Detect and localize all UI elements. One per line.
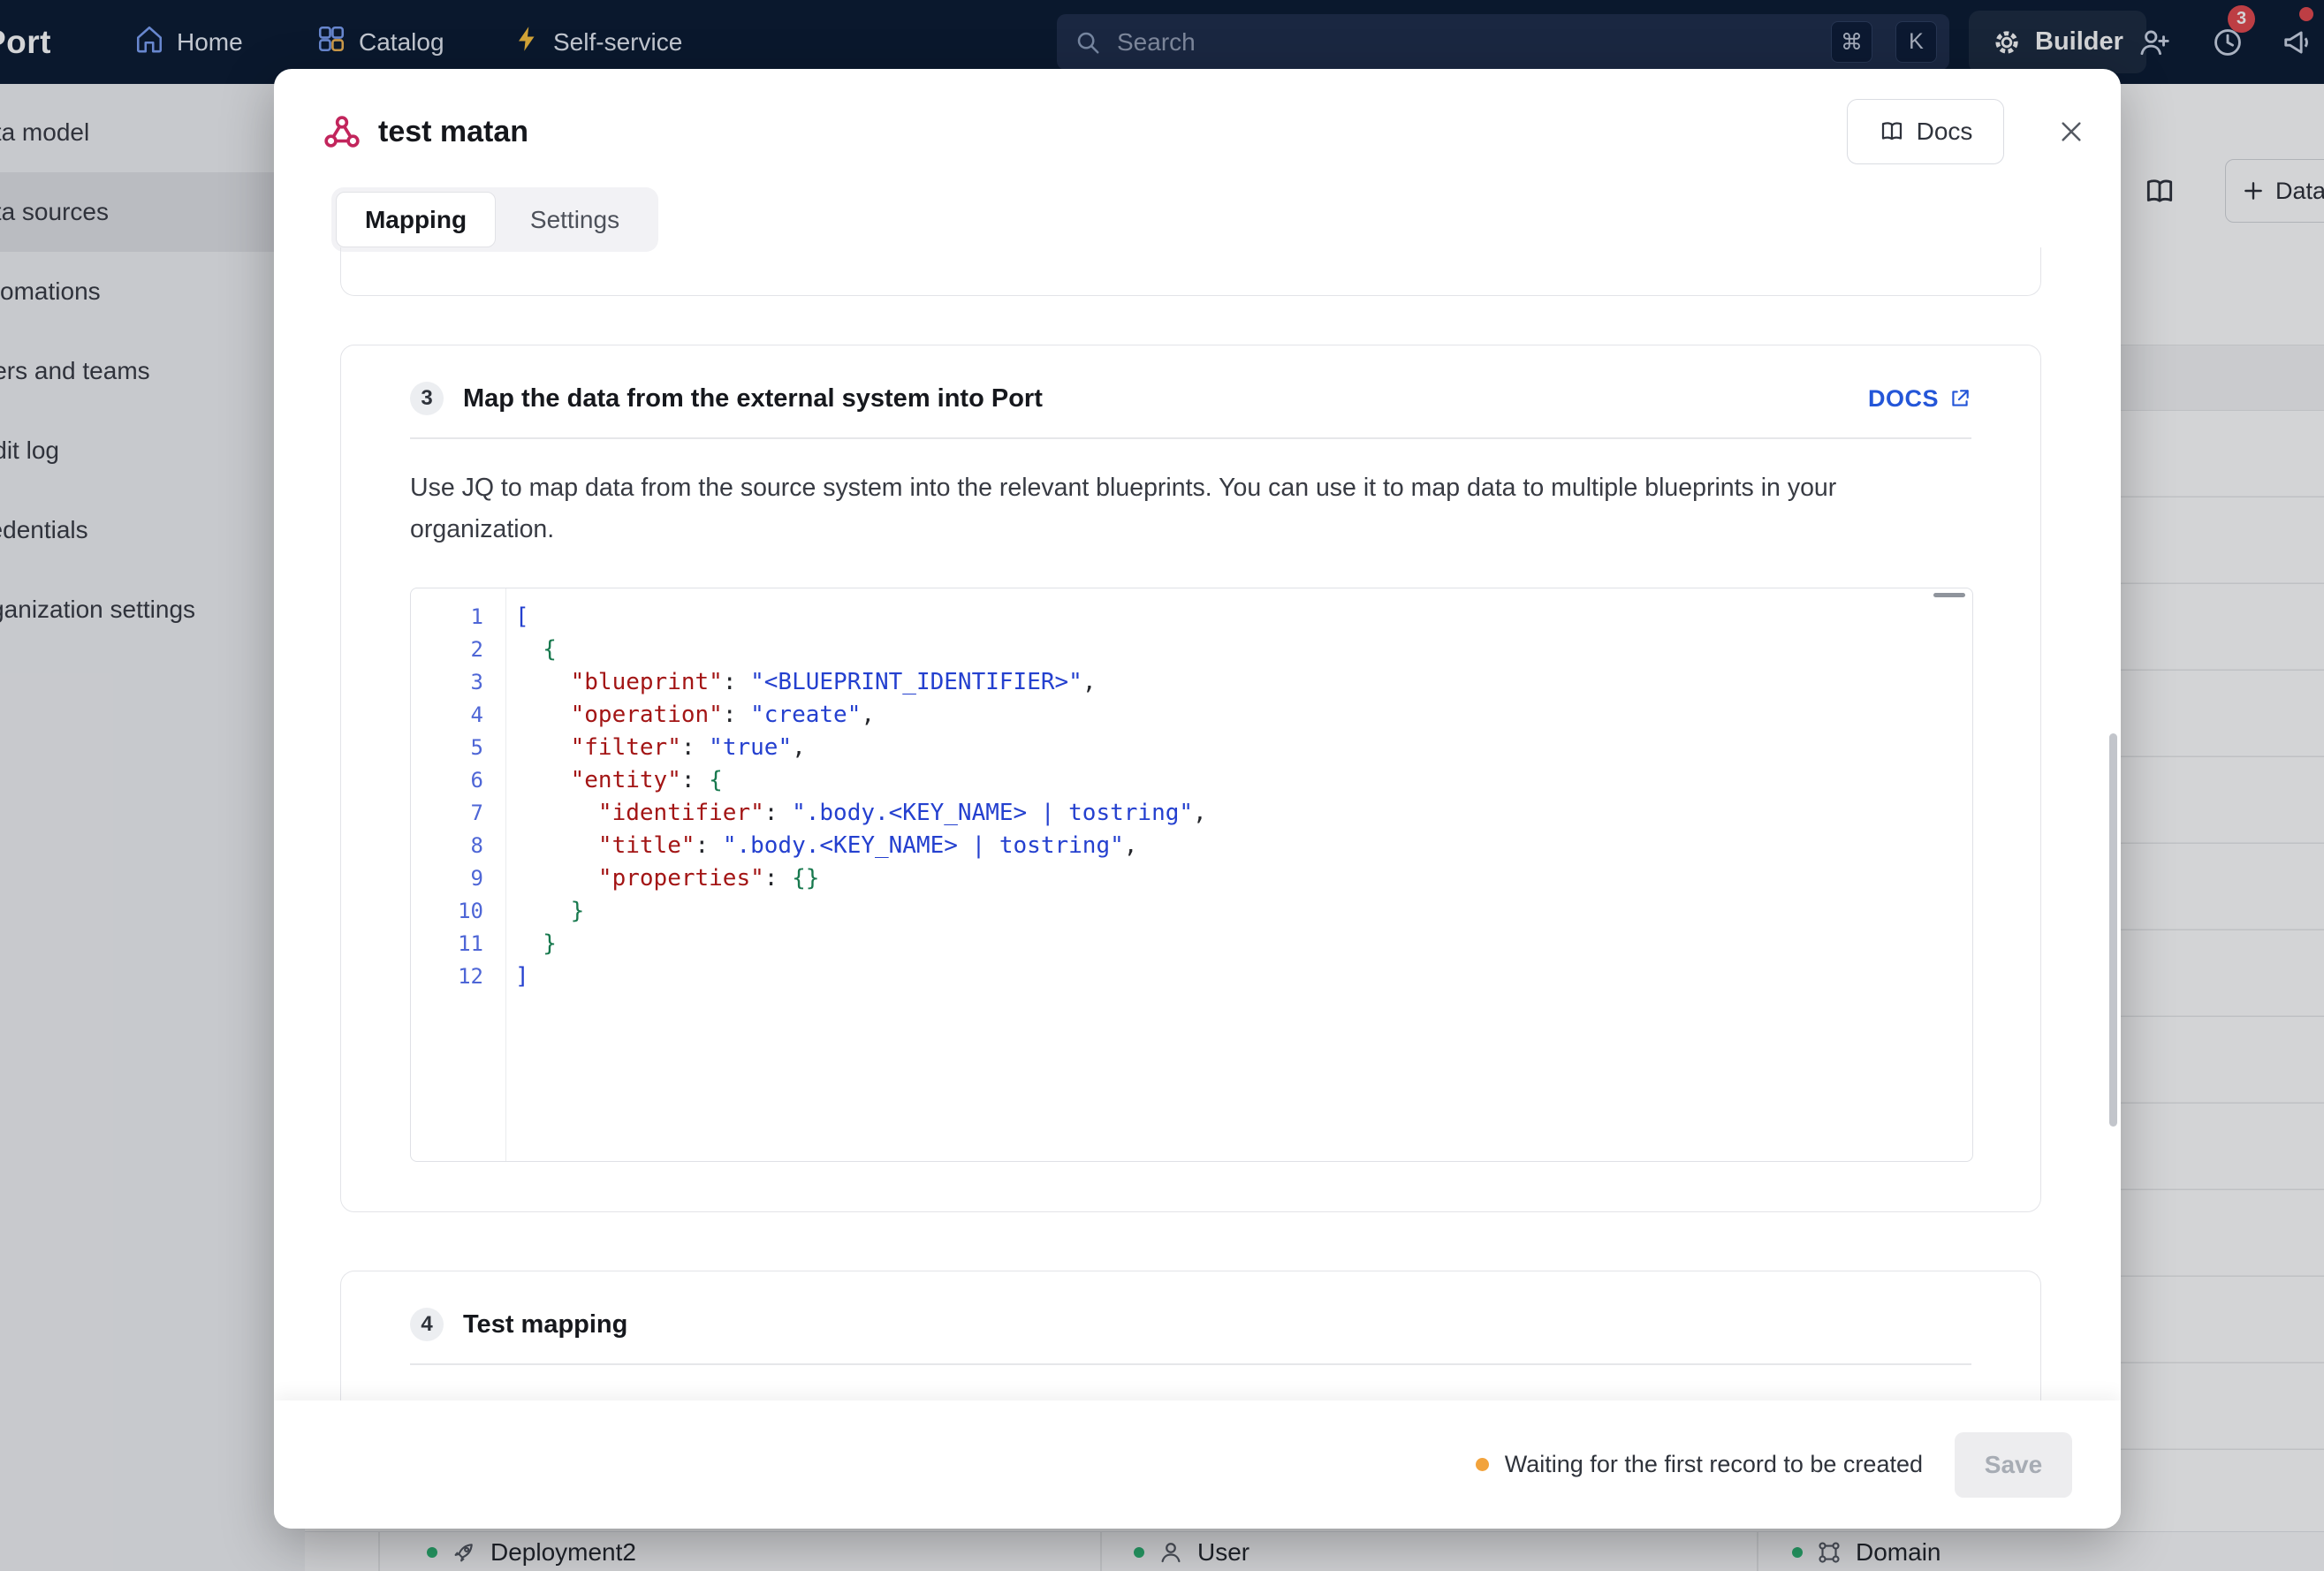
waiting-status-dot: [1476, 1458, 1489, 1471]
waiting-status-text: Waiting for the first record to be creat…: [1505, 1451, 1923, 1478]
modal-footer: Waiting for the first record to be creat…: [274, 1400, 2121, 1529]
section-divider: [410, 437, 1971, 439]
webhook-icon: [322, 111, 362, 152]
editor-scrollbar[interactable]: [1933, 593, 1965, 597]
step-number: 3: [410, 382, 444, 415]
modal-scrollbar-thumb[interactable]: [2109, 733, 2117, 1127]
section-title: Map the data from the external system in…: [463, 384, 1043, 414]
save-button[interactable]: Save: [1955, 1432, 2072, 1498]
modal-title: test matan: [378, 115, 528, 149]
docs-button[interactable]: Docs: [1847, 99, 2004, 164]
code-editor[interactable]: 123456789101112 [ { "blueprint": "<BLUEP…: [410, 588, 1973, 1162]
modal-header: test matan Docs: [274, 69, 2121, 187]
previous-section-card-edge: [340, 247, 2041, 296]
section-divider: [410, 1363, 1971, 1365]
section-title: Test mapping: [463, 1310, 627, 1340]
editor-code: [ { "blueprint": "<BLUEPRINT_IDENTIFIER>…: [505, 588, 1972, 1161]
screen: Port Home Catalog Self-service Search ⌘ …: [0, 0, 2324, 1571]
close-icon[interactable]: [2057, 118, 2087, 148]
tab-mapping[interactable]: Mapping: [336, 192, 496, 247]
modal-tabs: Mapping Settings: [331, 187, 658, 252]
data-source-modal: test matan Docs Mapping Settings 3 Map t…: [274, 69, 2121, 1529]
external-link-icon: [1948, 387, 1971, 410]
section-description: Use JQ to map data from the source syste…: [410, 467, 1939, 550]
book-icon: [1879, 118, 1905, 145]
step-number: 4: [410, 1308, 444, 1341]
section-map-data: 3 Map the data from the external system …: [340, 345, 2041, 1212]
tab-settings[interactable]: Settings: [496, 192, 654, 247]
editor-line-numbers: 123456789101112: [411, 588, 505, 1161]
docs-link[interactable]: DOCS: [1868, 385, 1971, 413]
